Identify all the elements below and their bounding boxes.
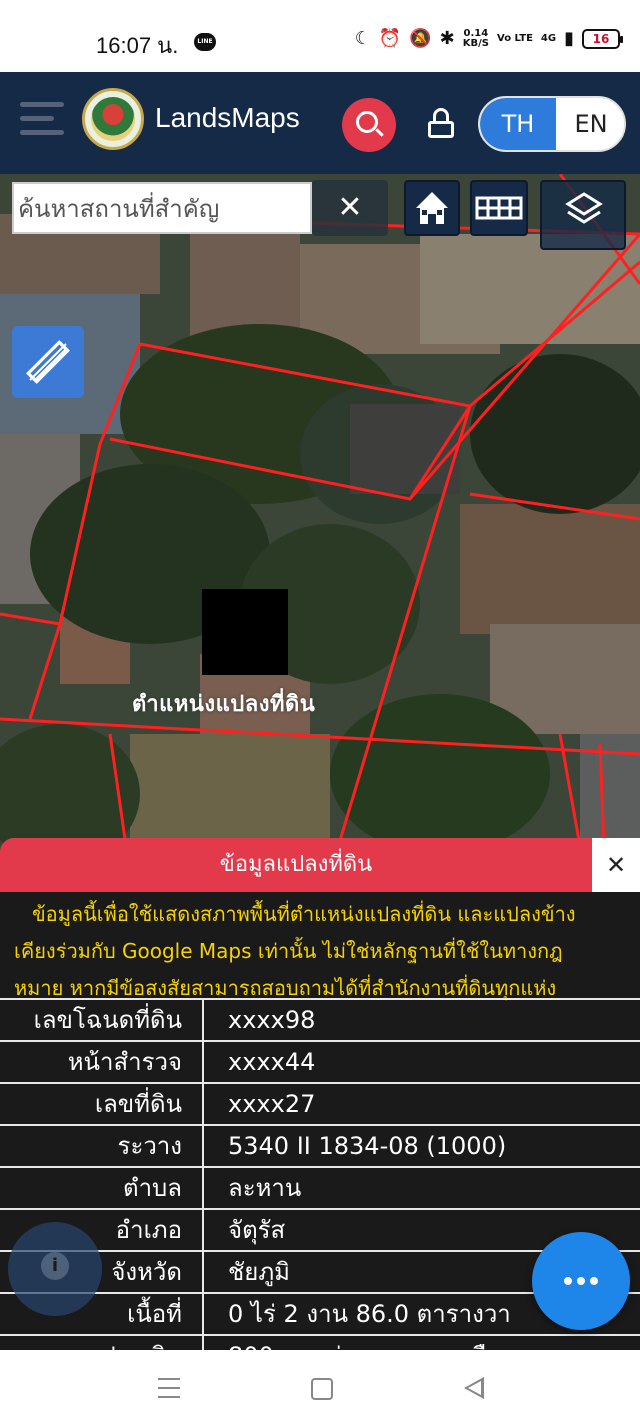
app-title: LandsMaps [155,102,300,133]
row-value: 5340 II 1834-08 (1000) [228,1132,507,1160]
layers-icon [565,192,603,224]
back-icon[interactable] [464,1377,484,1399]
lang-en-button[interactable]: EN [556,98,624,150]
row-value: จัตุรัส [228,1216,286,1244]
table-row-district: อำเภอ จัตุรัส [0,1208,640,1250]
grid-icon [475,196,523,220]
bluetooth-icon: ✱ [439,28,455,49]
parcel-location-label: ตำแหน่งแปลงที่ดิน [132,692,316,717]
row-value: xxxx44 [228,1048,316,1076]
lock-icon[interactable] [428,108,454,138]
close-info-button[interactable]: ✕ [592,838,640,892]
measure-tool-button[interactable] [12,326,84,398]
department-of-lands-logo [82,88,144,150]
moon-icon: ☾ [354,28,371,49]
recent-apps-icon[interactable] [158,1378,180,1400]
row-value: 800 บาทต่อตารางวา หรือตารางเมตร [228,1336,620,1350]
row-label: เลขโฉนดที่ดิน [0,1000,204,1040]
row-value: ละหาน [228,1174,302,1202]
row-value: ชัยภูมิ [228,1258,290,1286]
signal-icon: ▮ [564,28,574,49]
notice-line: ข้อมูลนี้เพื่อใช้แสดงสภาพพื้นที่ตำแหน่งแ… [32,902,576,926]
table-row-appraisal-price: ราคาประเมิน 800 บาทต่อตารางวา หรือตารางเ… [0,1334,640,1350]
more-options-button[interactable] [532,1232,630,1330]
row-value: 0 ไร่ 2 งาน 86.0 ตารางวา [228,1300,511,1328]
info-panel-title: ข้อมูลแปลงที่ดิน [0,838,592,892]
place-search-input[interactable]: ค้นหาสถานที่สำคัญ [12,182,312,234]
row-value: xxxx98 [228,1006,316,1034]
info-icon[interactable]: i [8,1222,102,1316]
table-row-subdistrict: ตำบล ละหาน [0,1166,640,1208]
table-row-map-sheet: ระวาง 5340 II 1834-08 (1000) [0,1124,640,1166]
hamburger-icon[interactable] [20,102,64,138]
parcel-marker-redacted [202,589,288,675]
volte-label: Vo LTE [497,32,533,44]
system-nav-bar [0,1350,640,1428]
clear-search-button[interactable]: ✕ [312,180,388,236]
line-app-icon: LINE [194,33,216,51]
layers-button[interactable] [540,180,626,250]
network-label: 4G [540,32,557,44]
row-label: ตำบล [0,1168,204,1208]
notice-line: เคียงร่วมกับ Google Maps เท่านั้น ไม่ใช่… [14,939,563,963]
table-row-survey-page: หน้าสำรวจ xxxx44 [0,1040,640,1082]
battery-icon: 16 [582,28,623,49]
clock: 16:07 น. [96,33,179,58]
home-button[interactable] [404,180,460,236]
row-label: ระวาง [0,1126,204,1166]
status-icons: ☾ ⏰ 🔕 ✱ 0.14 KB/S Vo LTE 4G ▮ 16 [354,28,623,49]
more-dots-icon [564,1277,572,1285]
status-bar: 16:07 น. LINE ☾ ⏰ 🔕 ✱ 0.14 KB/S Vo LTE 4… [0,0,640,72]
alarm-icon: ⏰ [378,28,402,49]
search-button[interactable] [342,98,396,152]
map-imagery [0,174,640,874]
mute-icon: 🔕 [409,28,432,49]
row-label: เลขที่ดิน [0,1084,204,1124]
satellite-map[interactable]: ค้นหาสถานที่สำคัญ ✕ ตำแหน่งแปลงที่ดิน [0,174,640,874]
disclaimer-notice: ข้อมูลนี้เพื่อใช้แสดงสภาพพื้นที่ตำแหน่งแ… [0,892,640,1007]
ruler-pencil-icon [26,340,70,384]
grid-button[interactable] [470,180,528,236]
row-label: หน้าสำรวจ [0,1042,204,1082]
home-icon [416,192,448,224]
row-value: xxxx27 [228,1090,316,1118]
table-row-deed-number: เลขโฉนดที่ดิน xxxx98 [0,998,640,1040]
table-row-land-number: เลขที่ดิน xxxx27 [0,1082,640,1124]
net-speed-unit: KB/S [462,37,489,49]
net-speed: 0.14 KB/S [462,28,489,49]
app-header: LandsMaps TH EN [0,72,640,174]
home-nav-icon[interactable] [311,1378,333,1400]
lang-th-button[interactable]: TH [480,98,556,150]
row-label: ราคาประเมิน [0,1336,204,1350]
language-toggle: TH EN [478,96,626,152]
